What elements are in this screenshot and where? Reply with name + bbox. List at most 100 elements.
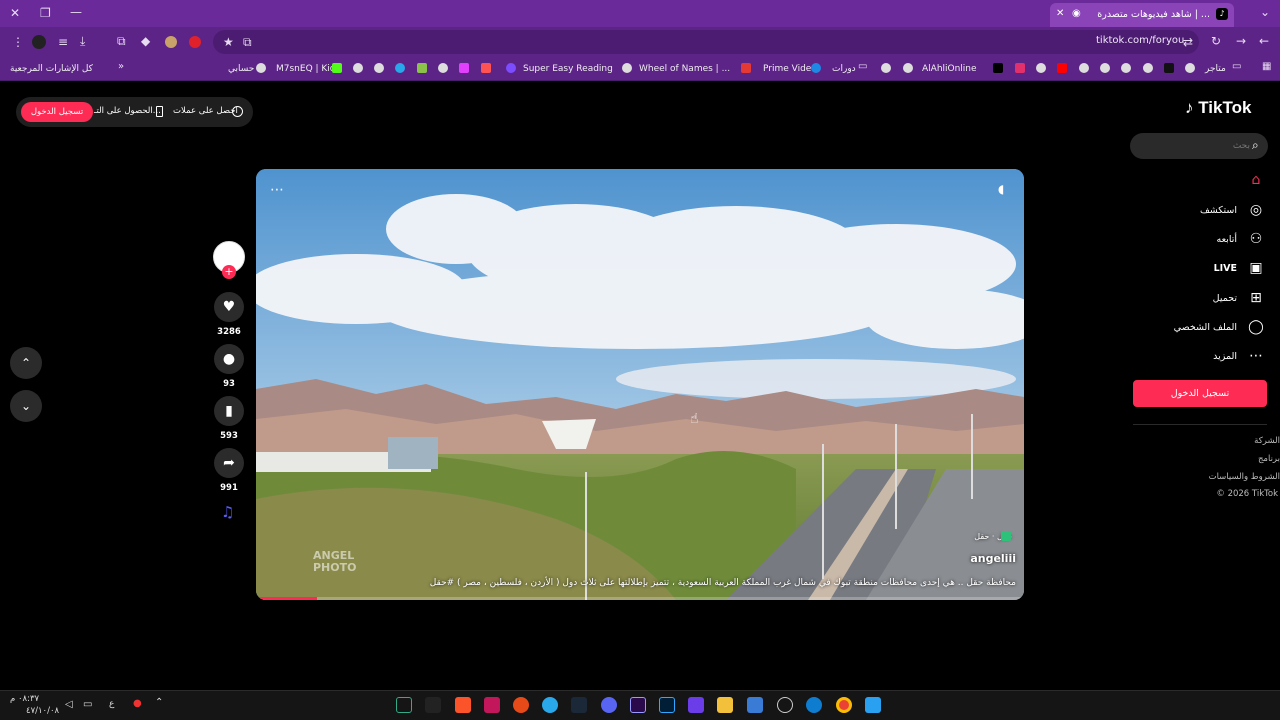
extension-icon[interactable]: ≡ [58, 36, 68, 48]
search-icon[interactable]: ⌕ [1252, 138, 1259, 153]
comment-button[interactable]: ● [214, 344, 244, 374]
taskbar-terminal-icon[interactable] [425, 697, 441, 713]
heart-icon: ♥ [222, 299, 236, 315]
site-settings-icon[interactable]: ⇄ [1183, 36, 1193, 48]
bookmark-star-icon[interactable]: ★ [223, 36, 234, 48]
taskbar-premiere-icon[interactable] [630, 697, 646, 713]
footer-terms[interactable]: الشروط والسياسات [1209, 472, 1280, 482]
follow-plus-icon[interactable]: + [222, 265, 236, 279]
share-button[interactable]: ➦ [214, 448, 244, 478]
taskbar-app-icon[interactable] [513, 697, 529, 713]
bookmark-favicon-icon [622, 63, 632, 73]
taskbar-telegram-icon[interactable] [542, 697, 558, 713]
extension-diamond-icon[interactable]: ◆ [141, 35, 150, 47]
input-language[interactable]: ع [109, 699, 114, 709]
search-box[interactable]: ⌕ [1130, 133, 1268, 159]
next-video-button[interactable]: ⌄ [10, 390, 42, 422]
taskbar-app-icon[interactable] [688, 697, 704, 713]
bookmark-my-account[interactable]: حسابي [228, 62, 254, 76]
tab-audio-icon[interactable]: ◉ [1072, 8, 1081, 19]
tiktok-bookmark-icon [993, 63, 1003, 73]
more-bookmarks-icon[interactable]: » [118, 62, 124, 72]
extension-cookie-icon[interactable] [165, 36, 177, 48]
volume-icon[interactable]: ◖ [998, 182, 1004, 196]
bookmark-courses[interactable]: دورات [832, 62, 856, 76]
close-window-icon[interactable]: ✕ [10, 7, 20, 19]
bookmark-all[interactable]: كل الإشارات المرجعية [10, 62, 93, 76]
speaker-icon[interactable]: ◁ [65, 699, 73, 710]
taskbar-time[interactable]: ٠٨:٣٧ م [10, 694, 39, 704]
profile-icon[interactable]: ◯ [1247, 318, 1265, 336]
browser-menu-icon[interactable]: ⋮ [12, 36, 24, 48]
taskbar-app-icon[interactable] [777, 697, 793, 713]
tray-chevron-icon[interactable]: ⌃ [155, 697, 163, 708]
nav-profile[interactable]: الملف الشخصي [1174, 322, 1237, 333]
extension-youtube-icon[interactable] [189, 36, 201, 48]
search-input[interactable] [1140, 138, 1250, 154]
active-tab[interactable]: ♪ شاهد فيديوهات متصدرة | ... ✕ ◉ [1050, 3, 1234, 27]
browser-toolbar: ⋮ ≡ ⤓ ⧉ ◆ ★ ⧉ ⇄ tiktok.com/foryou ↻ → ← [0, 27, 1280, 57]
bookmark-alahli[interactable]: AlAhliOnline [922, 62, 977, 76]
tiktok-logo[interactable]: ♪ TikTok [1185, 98, 1251, 118]
install-app-icon[interactable]: ⧉ [243, 36, 252, 48]
network-icon[interactable]: ▭ [83, 699, 92, 710]
music-disc-icon[interactable]: ♫ [221, 503, 234, 521]
upload-icon[interactable]: ⊞ [1247, 289, 1265, 307]
video-author[interactable]: angeliii [970, 552, 1016, 565]
taskbar-photoshop-icon[interactable] [659, 697, 675, 713]
taskbar-date[interactable]: ٤٧/١٠/٠٨ [26, 706, 59, 716]
taskbar-file-explorer-icon[interactable] [717, 697, 733, 713]
download-icon[interactable]: ⤓ [80, 35, 85, 47]
previous-video-button[interactable]: ⌃ [10, 347, 42, 379]
taskbar-app-icon[interactable] [484, 697, 500, 713]
bookmark-wheel-of-names[interactable]: Wheel of Names | ... [639, 62, 730, 76]
compass-icon[interactable]: ◎ [1247, 201, 1265, 219]
nav-live[interactable]: LIVE [1214, 263, 1237, 274]
address-bar[interactable]: ★ ⧉ ⇄ [213, 30, 1199, 54]
like-button[interactable]: ♥ [214, 292, 244, 322]
taskbar-brave-icon[interactable] [455, 697, 471, 713]
bookmark-prime-video[interactable]: Prime Video [763, 62, 817, 76]
reload-icon[interactable]: ↻ [1211, 35, 1221, 47]
home-icon[interactable]: ⌂ [1247, 171, 1265, 189]
taskbar-chrome-icon[interactable] [836, 697, 852, 713]
nav-following[interactable]: أتابعه [1217, 234, 1238, 245]
restore-window-icon[interactable]: ❐ [40, 7, 51, 19]
nav-explore[interactable]: استكشف [1200, 205, 1237, 216]
taskbar-app-icon[interactable] [396, 697, 412, 713]
following-icon[interactable]: ⚇ [1247, 230, 1265, 248]
extensions-puzzle-icon[interactable]: ⧉ [117, 35, 126, 47]
bookmark-stores[interactable]: متاجر [1205, 62, 1226, 76]
get-coins-link[interactable]: احصل على عملات [173, 106, 238, 116]
taskbar-discord-icon[interactable] [601, 697, 617, 713]
video-player[interactable]: ⋯ ◖ ANGEL PHOTO حقل · حقل angeliii محافظ… [256, 169, 1024, 600]
taskbar-store-icon[interactable] [747, 697, 763, 713]
login-button-top[interactable]: تسجيل الدخول [21, 102, 93, 122]
save-button[interactable]: ▮ [214, 396, 244, 426]
bookmark-super-easy-reading[interactable]: Super Easy Reading [523, 62, 613, 76]
close-tab-icon[interactable]: ✕ [1056, 8, 1064, 19]
back-icon[interactable]: ← [1259, 35, 1269, 47]
windows-start-icon[interactable] [865, 697, 881, 713]
microphone-icon[interactable]: ● [133, 698, 142, 709]
footer-program[interactable]: برنامج [1258, 454, 1280, 464]
video-progress-bar[interactable] [256, 597, 1024, 600]
tiktok-note-icon: ♪ [1185, 98, 1194, 117]
taskbar-edge-icon[interactable] [806, 697, 822, 713]
get-app-link[interactable]: الحصول على التـ... [94, 106, 161, 116]
video-more-options-icon[interactable]: ⋯ [270, 182, 284, 198]
footer-company[interactable]: الشركة [1254, 436, 1280, 446]
login-button-sidebar[interactable]: تسجيل الدخول [1133, 380, 1267, 407]
profile-avatar-icon[interactable] [32, 35, 46, 49]
nav-more[interactable]: المزيد [1213, 351, 1237, 362]
more-icon[interactable]: ⋯ [1247, 347, 1265, 365]
bookmark-kick[interactable]: M7snEQ | Kick [276, 62, 340, 76]
nav-upload[interactable]: تحميل [1213, 293, 1237, 304]
live-icon[interactable]: ▣ [1247, 259, 1265, 277]
taskbar-steam-icon[interactable] [571, 697, 587, 713]
minimize-window-icon[interactable]: — [70, 6, 82, 18]
apps-grid-icon[interactable]: ▦ [1262, 62, 1271, 72]
forward-icon[interactable]: → [1236, 35, 1246, 47]
tab-search-icon[interactable]: ⌄ [1260, 6, 1270, 18]
coin-icon [232, 106, 243, 117]
